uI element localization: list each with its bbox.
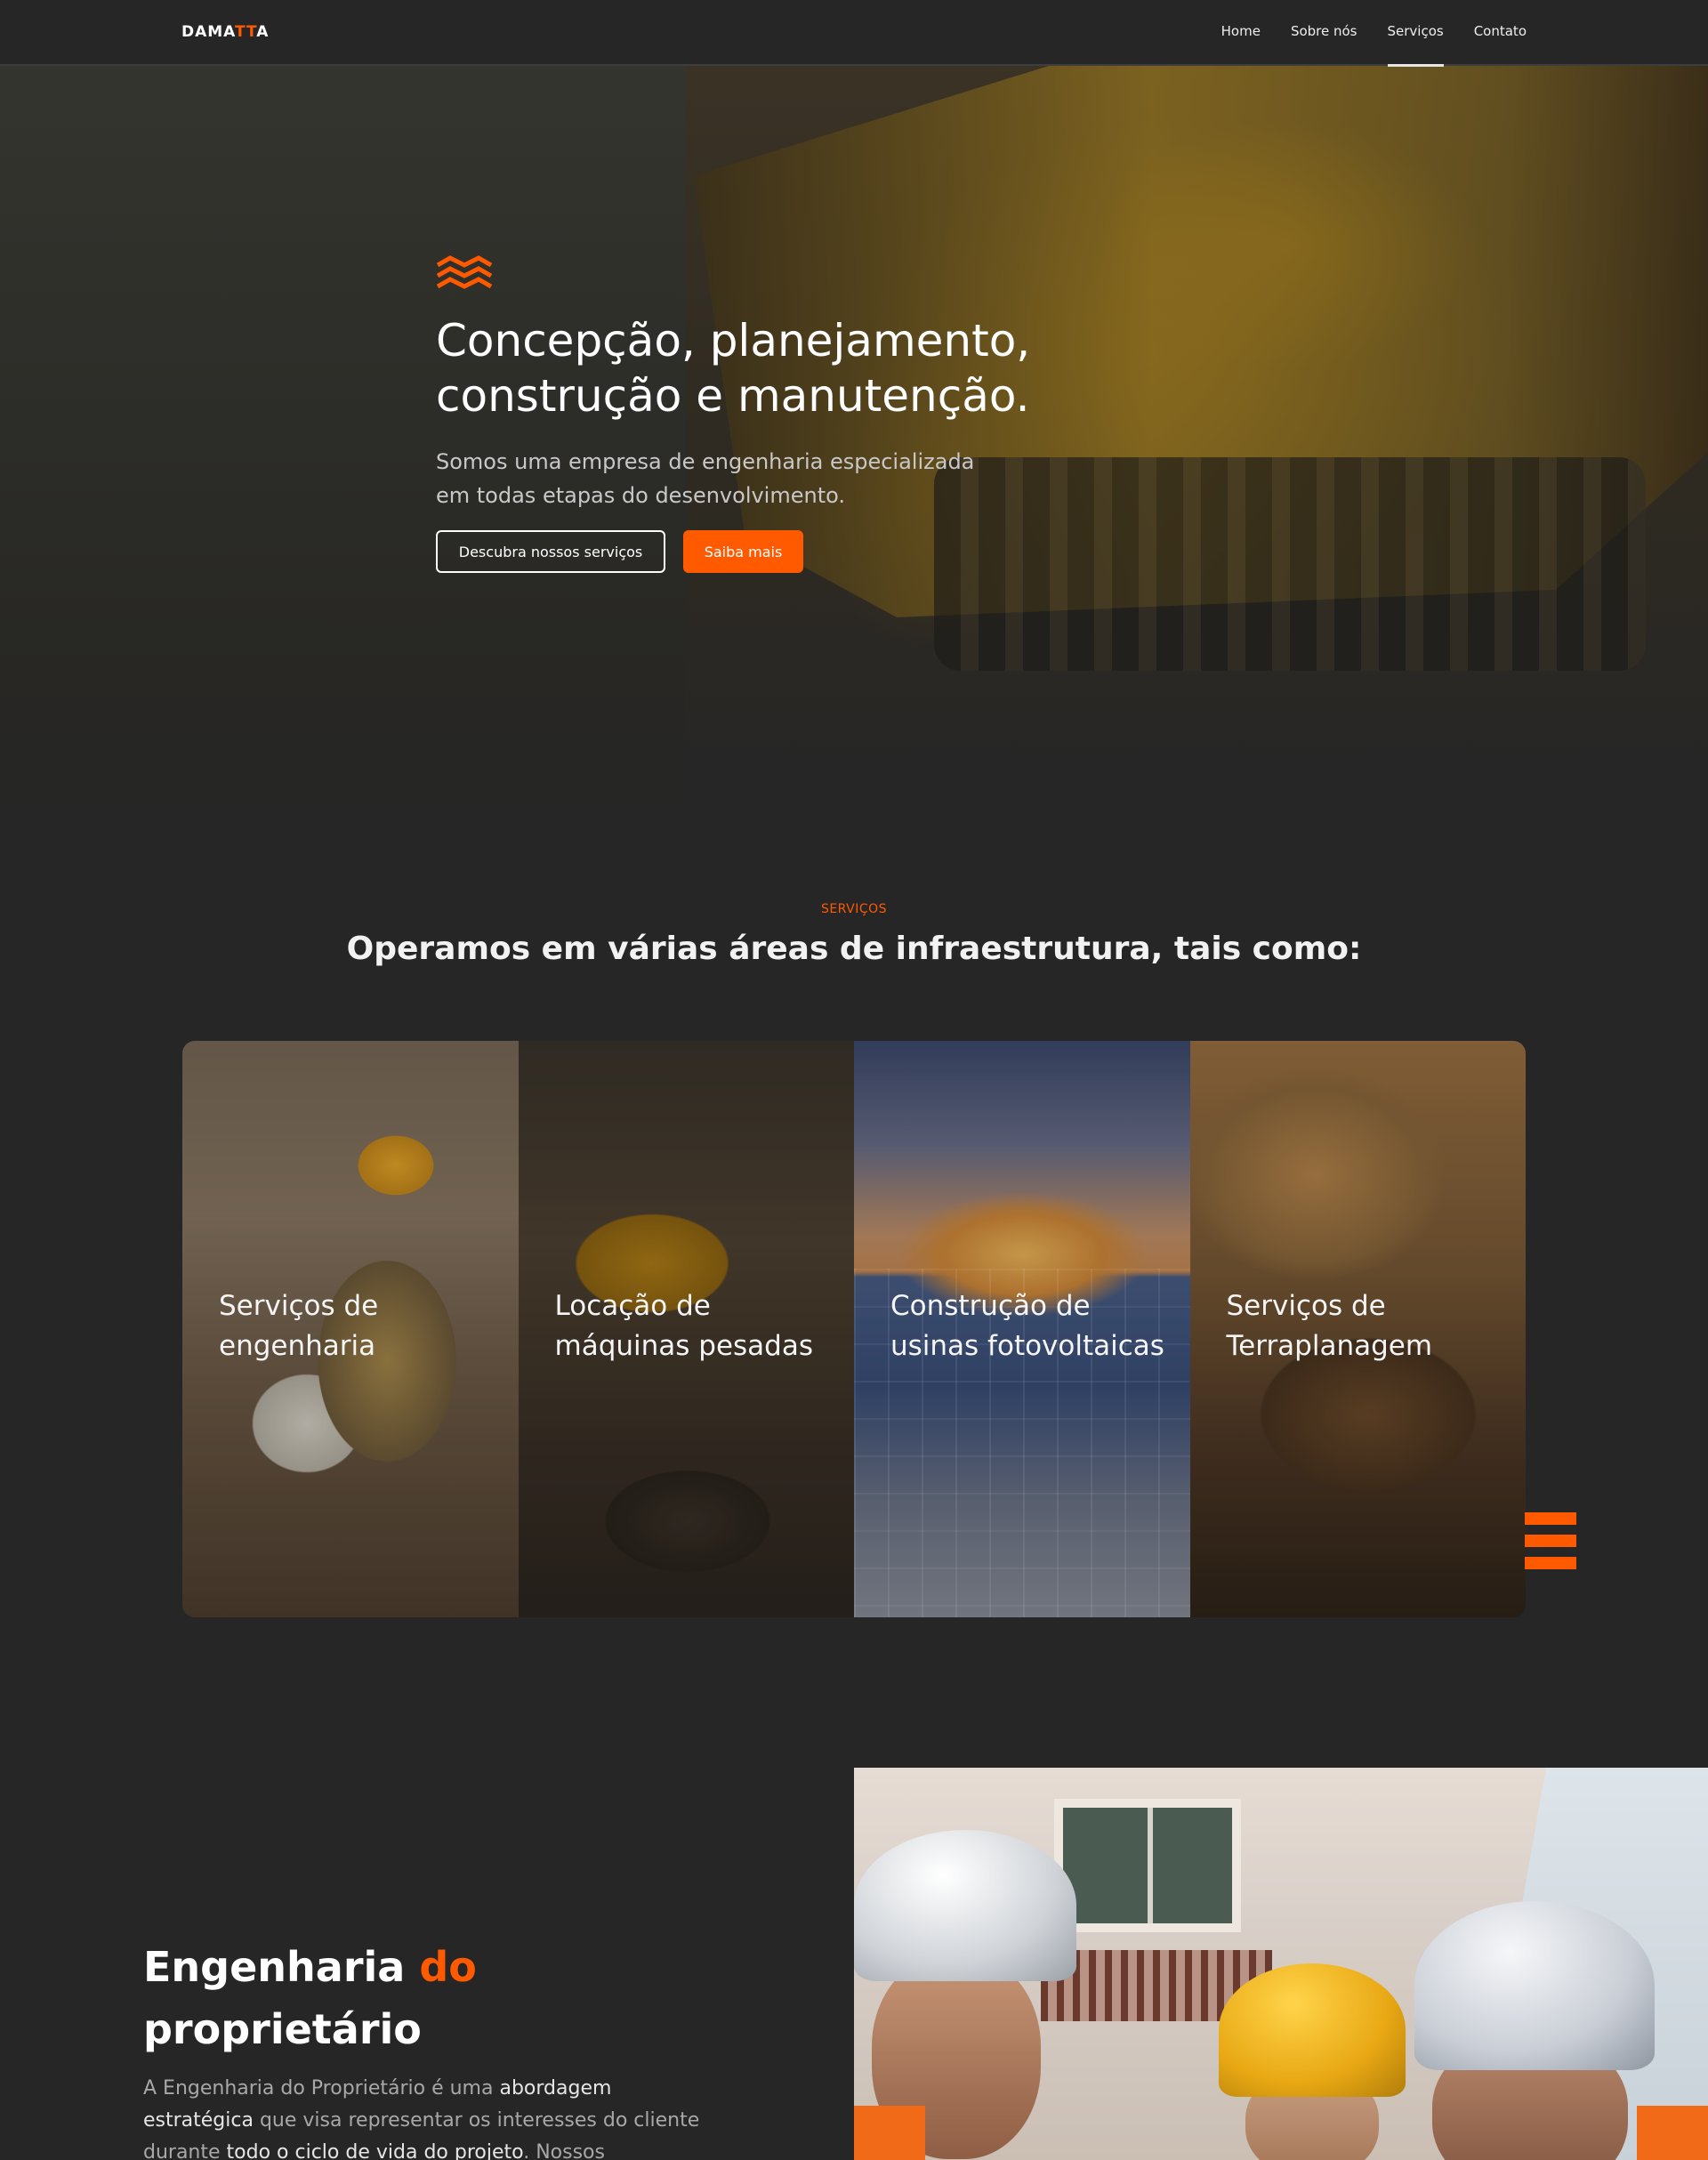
owner-engineering-description: A Engenharia do Proprietário é uma abord… — [143, 2073, 713, 2160]
service-card-label: Serviços de Terraplanagem — [1227, 1286, 1511, 1366]
services-title: Operamos em várias áreas de infraestrutu… — [346, 931, 1362, 967]
hamburger-menu-icon[interactable] — [1525, 1512, 1576, 1584]
owner-text-highlight: todo o ciclo de vida do projeto — [226, 2141, 524, 2160]
logo[interactable]: DAMATTA — [181, 23, 269, 41]
hero-title-line-1: Concepção, planejamento, — [436, 315, 1031, 367]
owner-engineering-title: Engenharia do proprietário — [143, 1936, 641, 2060]
orange-vest — [854, 2106, 925, 2160]
nav-menu: Home Sobre nós Serviços Contato — [1221, 0, 1527, 67]
logo-text-end: A — [256, 23, 270, 41]
service-card-label-line-2: máquinas pesadas — [554, 1330, 814, 1362]
service-card-label-line-2: Terraplanagem — [1226, 1330, 1433, 1362]
nav-item-sobre[interactable]: Sobre nós — [1291, 0, 1358, 66]
photo-window — [1054, 1799, 1241, 1932]
service-card-label-line-1: Construção de — [890, 1290, 1091, 1322]
engineers-photo — [854, 1768, 1708, 2160]
service-card-label-line-2: usinas fotovoltaicas — [890, 1330, 1164, 1362]
service-card-terraplanagem[interactable]: Serviços de Terraplanagem — [1189, 1041, 1526, 1617]
nav-item-contato[interactable]: Contato — [1474, 0, 1527, 66]
nav-item-home[interactable]: Home — [1221, 0, 1261, 66]
hero-title: Concepção, planejamento, construção e ma… — [436, 313, 1148, 423]
hero-title-line-2: construção e manutenção. — [436, 370, 1030, 422]
service-card-label-line-1: Locação de — [554, 1290, 711, 1322]
hero-subtitle: Somos uma empresa de engenharia especial… — [436, 445, 1059, 512]
white-helmet — [1414, 1901, 1655, 2070]
waves-icon — [436, 255, 493, 289]
service-card-label: Construção de usinas fotovoltaicas — [890, 1286, 1175, 1366]
orange-vest — [1637, 2106, 1708, 2160]
service-card-label: Locação de máquinas pesadas — [555, 1286, 840, 1366]
service-card-label-line-2: engenharia — [219, 1330, 376, 1362]
owner-text-segment: A Engenharia do Proprietário é uma — [143, 2077, 500, 2100]
white-helmet — [854, 1830, 1076, 1981]
services-cards: Serviços de engenharia Locação de máquin… — [182, 1041, 1526, 1617]
service-card-label: Serviços de engenharia — [219, 1286, 504, 1366]
logo-text-main: DAMA — [181, 23, 236, 41]
owner-title-part-2: proprietário — [143, 2005, 422, 2053]
logo-text-accent: TT — [235, 23, 257, 41]
nav-item-servicos[interactable]: Serviços — [1387, 0, 1444, 67]
yellow-helmet — [1219, 1963, 1406, 2097]
hero-subtitle-line-1: Somos uma empresa de engenharia especial… — [436, 449, 975, 474]
top-navbar: DAMATTA Home Sobre nós Serviços Contato — [0, 0, 1708, 67]
service-card-label-line-1: Serviços de — [1226, 1290, 1386, 1322]
hero-subtitle-line-2: em todas etapas do desenvolvimento. — [436, 483, 846, 508]
service-card-engenharia[interactable]: Serviços de engenharia — [182, 1041, 519, 1617]
owner-text-segment: . Nossos — [523, 2141, 605, 2160]
services-kicker: SERVIÇOS — [820, 902, 888, 916]
owner-title-part-1: Engenharia — [143, 1943, 420, 1991]
owner-title-accent: do — [419, 1943, 477, 1991]
discover-services-button[interactable]: Descubra nossos serviços — [436, 530, 665, 573]
service-card-label-line-1: Serviços de — [219, 1290, 379, 1322]
service-card-locacao[interactable]: Locação de máquinas pesadas — [518, 1041, 854, 1617]
page: DAMATTA Home Sobre nós Serviços Contato … — [0, 0, 1708, 2160]
hero-bottom-fade — [0, 684, 1708, 826]
learn-more-button[interactable]: Saiba mais — [683, 530, 803, 573]
service-card-fotovoltaicas[interactable]: Construção de usinas fotovoltaicas — [854, 1041, 1190, 1617]
